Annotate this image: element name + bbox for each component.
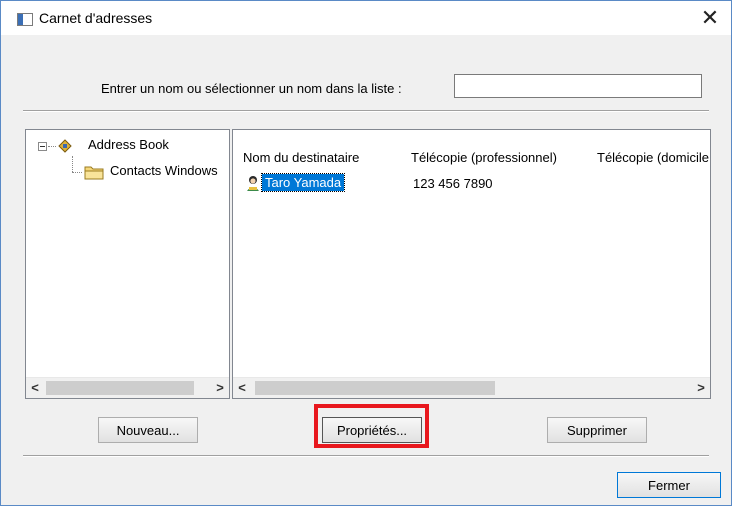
list-horizontal-scrollbar[interactable]: < > (233, 377, 710, 398)
address-book-dialog: Carnet d'adresses ✕ Entrer un nom ou sél… (0, 0, 732, 506)
close-icon[interactable]: ✕ (695, 3, 725, 33)
address-book-app-icon (17, 13, 33, 26)
contact-icon (247, 176, 259, 191)
search-input[interactable] (454, 74, 702, 98)
scroll-right-icon[interactable]: > (692, 378, 710, 398)
contacts-list[interactable]: Nom du destinataire Télécopie (professio… (232, 129, 711, 399)
search-label: Entrer un nom ou sélectionner un nom dan… (101, 81, 402, 96)
address-book-icon (58, 139, 72, 153)
new-button[interactable]: Nouveau... (98, 417, 198, 443)
scroll-thumb[interactable] (46, 381, 194, 395)
tree-item-contacts-windows[interactable]: Contacts Windows (110, 163, 230, 178)
contact-name[interactable]: Taro Yamada (260, 173, 346, 192)
tree-connector (72, 156, 73, 172)
tree-horizontal-scrollbar[interactable]: < > (26, 377, 229, 398)
delete-button[interactable]: Supprimer (547, 417, 647, 443)
title-bar[interactable]: Carnet d'adresses ✕ (1, 1, 731, 35)
scroll-thumb[interactable] (255, 381, 495, 395)
column-header-name[interactable]: Nom du destinataire (243, 150, 359, 165)
collapse-icon[interactable] (38, 142, 47, 151)
folder-tree[interactable]: Address Book Contacts Windows < > (25, 129, 230, 399)
window-title: Carnet d'adresses (39, 10, 153, 26)
column-header-fax-work[interactable]: Télécopie (professionnel) (411, 150, 557, 165)
close-button[interactable]: Fermer (617, 472, 721, 498)
column-header-fax-home[interactable]: Télécopie (domicile) (597, 150, 709, 165)
separator (23, 110, 709, 112)
tree-connector (72, 172, 82, 173)
properties-highlight-box (314, 404, 429, 448)
scroll-right-icon[interactable]: > (211, 378, 229, 398)
tree-connector (48, 146, 56, 147)
tree-item-address-book[interactable]: Address Book (88, 137, 169, 152)
scroll-left-icon[interactable]: < (233, 378, 251, 398)
folder-icon (84, 166, 104, 180)
contact-fax: 123 456 7890 (413, 176, 493, 191)
scroll-left-icon[interactable]: < (26, 378, 44, 398)
separator (23, 455, 709, 457)
